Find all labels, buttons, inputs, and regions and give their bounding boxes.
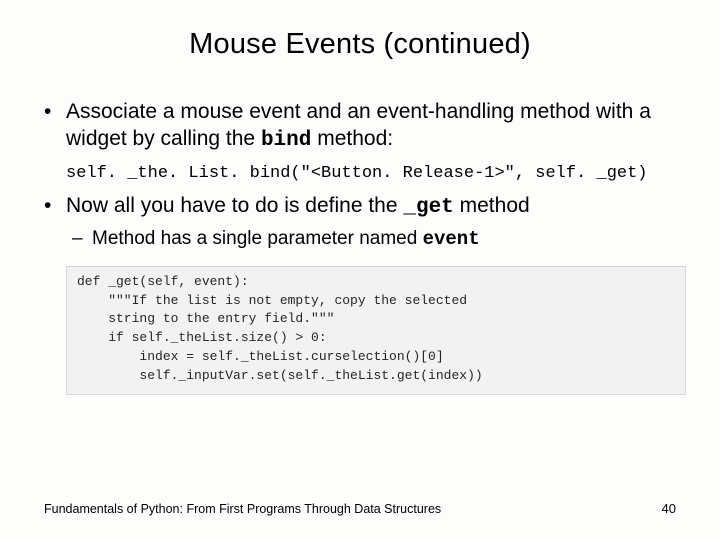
bullet-2-text-post: method: [454, 194, 530, 217]
sub-bullet-1-text-pre: Method has a single parameter named: [92, 228, 423, 249]
bullet-2-code: _get: [403, 196, 453, 219]
bullet-1-text-post: method:: [311, 127, 393, 150]
bullet-2-text-pre: Now all you have to do is define the: [66, 194, 403, 217]
page-number: 40: [662, 501, 676, 516]
sub-bullet-1-code: event: [423, 228, 480, 250]
bullet-1: Associate a mouse event and an event-han…: [44, 99, 676, 155]
code-snippet-1: self. _the. List. bind("<Button. Release…: [66, 163, 676, 185]
slide-title: Mouse Events (continued): [44, 28, 676, 61]
footer: Fundamentals of Python: From First Progr…: [44, 501, 676, 516]
bullet-list: Associate a mouse event and an event-han…: [44, 99, 676, 395]
slide: Mouse Events (continued) Associate a mou…: [0, 0, 720, 540]
bullet-2: Now all you have to do is define the _ge…: [44, 193, 676, 222]
footer-text: Fundamentals of Python: From First Progr…: [44, 502, 441, 516]
sub-bullet-1: Method has a single parameter named even…: [44, 227, 676, 251]
code-block: def _get(self, event): """If the list is…: [66, 266, 686, 395]
bullet-1-code: bind: [261, 129, 311, 152]
